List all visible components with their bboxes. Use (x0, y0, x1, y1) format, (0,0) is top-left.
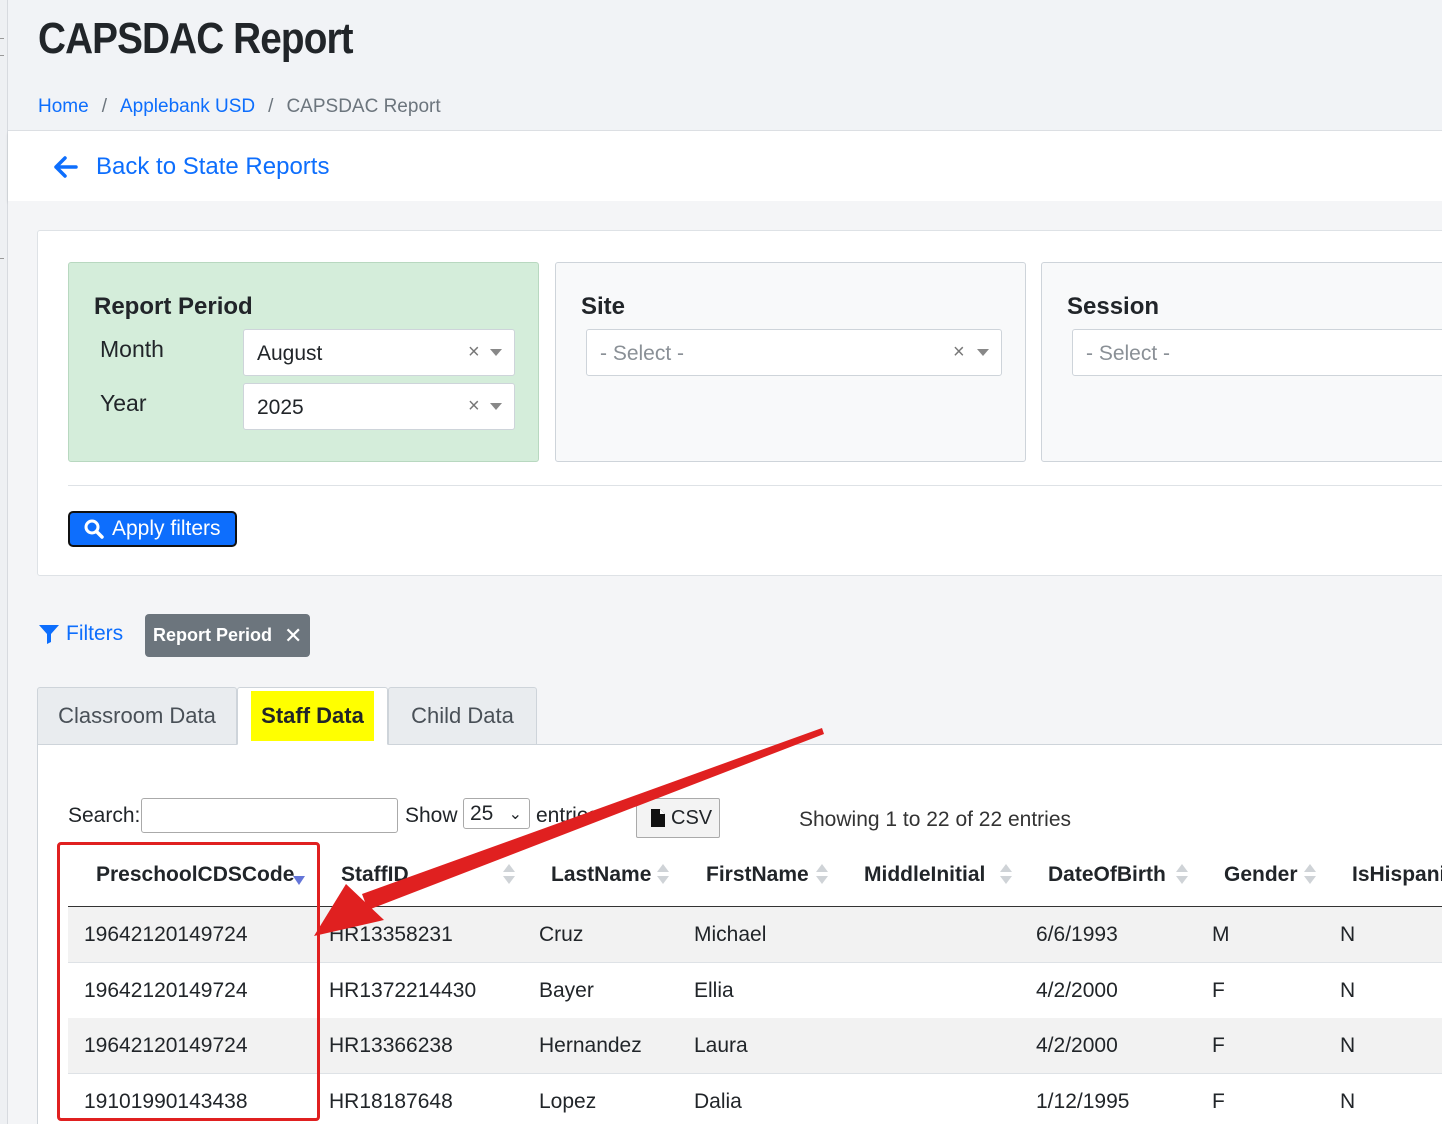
site-placeholder: - Select - (600, 342, 685, 365)
search-label: Search: (68, 804, 141, 827)
page-title: CAPSDAC Report (38, 14, 354, 63)
cell-lastname: Hernandez (539, 1034, 642, 1057)
cell-dateofbirth: 4/2/2000 (1036, 1034, 1118, 1057)
back-to-state-reports-link[interactable]: Back to State Reports (54, 153, 329, 181)
column-header-dateofbirth[interactable]: DateOfBirth (1048, 863, 1166, 887)
breadcrumb-home[interactable]: Home (38, 96, 89, 118)
active-filter-chip[interactable]: Report Period ✕ (145, 614, 310, 657)
year-select[interactable]: 2025 × (243, 383, 515, 430)
column-header-ishispanic[interactable]: IsHispani (1352, 863, 1442, 887)
session-title: Session (1067, 293, 1160, 320)
filters-link-label: Filters (66, 622, 124, 645)
cell-ishispanic: N (1340, 1034, 1356, 1057)
close-icon[interactable]: ✕ (284, 623, 302, 649)
filter-icon (39, 625, 59, 644)
filter-card: Report Period Month August × Year 2025 ×… (37, 230, 1442, 576)
apply-filters-label: Apply filters (112, 517, 221, 540)
cell-ishispanic: N (1340, 923, 1356, 946)
column-header-middleinitial[interactable]: MiddleInitial (864, 863, 985, 887)
cell-firstname: Ellia (694, 979, 734, 1002)
report-period-title: Report Period (94, 293, 253, 320)
cell-gender: F (1212, 1034, 1225, 1057)
cell-gender: F (1212, 1090, 1225, 1113)
sort-icon (1000, 864, 1012, 888)
left-edge-strip (0, 0, 8, 1124)
cell-staffid: HR18187648 (329, 1090, 453, 1113)
session-filter: Session - Select - (1041, 262, 1442, 462)
cell-gender: M (1212, 923, 1230, 946)
breadcrumb-separator: / (101, 96, 107, 117)
breadcrumb-separator: / (268, 96, 274, 117)
session-placeholder: - Select - (1086, 342, 1171, 365)
cell-dateofbirth: 6/6/1993 (1036, 923, 1118, 946)
search-icon (84, 519, 104, 539)
year-label: Year (100, 390, 147, 416)
session-select[interactable]: - Select - (1072, 329, 1442, 376)
clear-icon[interactable]: × (953, 341, 965, 364)
site-filter: Site - Select - × (555, 262, 1026, 462)
page-header: CAPSDAC Report Home / Applebank USD / CA… (8, 0, 1442, 131)
edge-mark (0, 258, 4, 259)
edge-mark (0, 55, 4, 56)
annotation-arrow (314, 728, 824, 936)
month-label: Month (100, 336, 164, 362)
cell-staffid: HR13366238 (329, 1034, 453, 1057)
chevron-down-icon (490, 349, 502, 356)
cell-lastname: Bayer (539, 979, 594, 1002)
cell-lastname: Lopez (539, 1090, 597, 1113)
chip-label: Report Period (153, 625, 273, 645)
apply-filters-button[interactable]: Apply filters (68, 511, 237, 547)
tab-label: Classroom Data (58, 703, 216, 728)
annotation-highlight-box (57, 842, 320, 1121)
clear-icon[interactable]: × (468, 341, 480, 364)
sort-icon (1176, 864, 1188, 888)
chevron-down-icon (490, 403, 502, 410)
month-select[interactable]: August × (243, 329, 515, 376)
back-link-label: Back to State Reports (96, 153, 330, 180)
sort-icon (1304, 864, 1316, 888)
cell-firstname: Laura (694, 1034, 748, 1057)
divider (68, 485, 1442, 486)
filters-toggle-link[interactable]: Filters (38, 622, 123, 646)
cell-gender: F (1212, 979, 1225, 1002)
cell-dateofbirth: 1/12/1995 (1036, 1090, 1130, 1113)
site-title: Site (581, 293, 626, 320)
cell-firstname: Dalia (694, 1090, 742, 1113)
year-value: 2025 (257, 396, 304, 419)
tab-classroom-data[interactable]: Classroom Data (37, 687, 237, 745)
clear-icon[interactable]: × (468, 395, 480, 418)
report-period-filter: Report Period Month August × Year 2025 × (68, 262, 539, 462)
cell-dateofbirth: 4/2/2000 (1036, 979, 1118, 1002)
arrow-left-icon (54, 156, 78, 178)
breadcrumb-district[interactable]: Applebank USD (120, 96, 255, 118)
site-select[interactable]: - Select - × (586, 329, 1002, 376)
cell-ishispanic: N (1340, 979, 1356, 1002)
month-value: August (257, 342, 323, 365)
cell-staffid: HR1372214430 (329, 979, 477, 1002)
back-bar: Back to State Reports (8, 131, 1442, 201)
breadcrumb: Home / Applebank USD / CAPSDAC Report (38, 96, 441, 118)
cell-ishispanic: N (1340, 1090, 1356, 1113)
breadcrumb-current: CAPSDAC Report (286, 96, 441, 117)
edge-mark (0, 38, 4, 39)
chevron-down-icon (977, 349, 989, 356)
column-header-gender[interactable]: Gender (1224, 863, 1298, 887)
